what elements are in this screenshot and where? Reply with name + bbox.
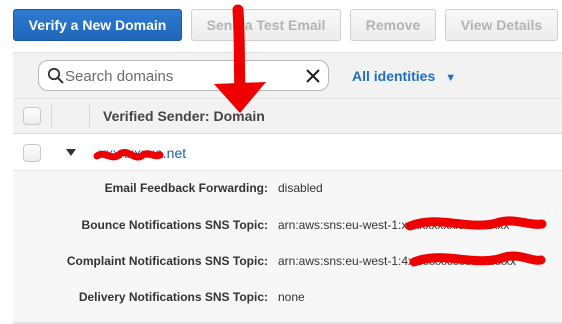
domain-name[interactable]: xxxxxxxxa.net	[99, 145, 186, 161]
remove-button[interactable]: Remove	[350, 9, 436, 41]
column-header-domain[interactable]: Verified Sender: Domain	[103, 108, 265, 124]
expand-row-icon[interactable]	[66, 149, 76, 156]
table-header: Verified Sender: Domain	[13, 98, 562, 134]
clear-search-icon[interactable]	[305, 68, 321, 84]
detail-label: Email Feedback Forwarding:	[104, 181, 268, 195]
row-checkbox[interactable]	[23, 144, 41, 162]
detail-value: disabled	[278, 181, 323, 195]
view-details-button[interactable]: View Details	[445, 9, 558, 41]
detail-value: none	[278, 290, 305, 304]
search-input[interactable]	[65, 65, 295, 87]
detail-value: arn:aws:sns:eu-west-1:4xxxxxxxxxxxxxxxxx…	[278, 254, 517, 268]
detail-row-complaint-topic: Complaint Notifications SNS Topic: arn:a…	[13, 254, 562, 274]
send-test-email-button[interactable]: Send a Test Email	[191, 9, 341, 41]
detail-label: Bounce Notifications SNS Topic:	[81, 218, 268, 232]
chevron-down-icon: ▼	[445, 72, 457, 84]
search-icon	[47, 67, 64, 84]
detail-label: Complaint Notifications SNS Topic:	[66, 254, 268, 268]
detail-row-feedback-forwarding: Email Feedback Forwarding: disabled	[13, 181, 562, 201]
detail-row-delivery-topic: Delivery Notifications SNS Topic: none	[13, 290, 562, 310]
column-divider	[51, 105, 52, 127]
verify-domain-button[interactable]: Verify a New Domain	[13, 9, 182, 41]
domain-details: Email Feedback Forwarding: disabled Boun…	[13, 171, 562, 322]
identity-filter-label: All identities	[352, 68, 436, 84]
table-row[interactable]: xxxxxxxxa.net	[13, 134, 562, 171]
select-all-checkbox[interactable]	[23, 107, 41, 125]
detail-row-bounce-topic: Bounce Notifications SNS Topic: arn:aws:…	[13, 218, 562, 238]
identity-filter-dropdown[interactable]: All identities ▼	[352, 68, 456, 84]
toolbar: Verify a New Domain Send a Test Email Re…	[0, 0, 562, 50]
column-divider	[89, 105, 90, 127]
detail-label: Delivery Notifications SNS Topic:	[78, 290, 268, 304]
detail-value: arn:aws:sns:eu-west-1:xxxxxxxxxxxxxxxxxx	[278, 218, 510, 232]
search-box[interactable]	[38, 60, 329, 91]
search-bar: All identities ▼	[13, 52, 562, 98]
